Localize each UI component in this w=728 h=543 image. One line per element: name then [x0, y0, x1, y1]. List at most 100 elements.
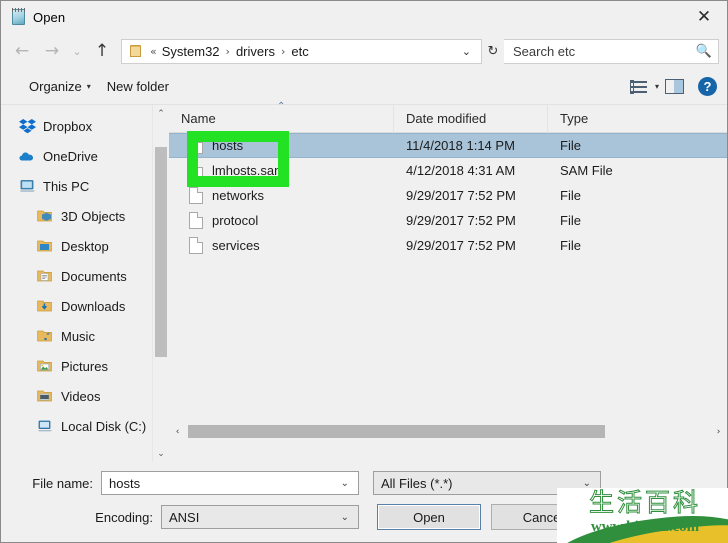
pictures-folder-icon: [37, 358, 54, 374]
file-date-cell: 9/29/2017 7:52 PM: [406, 188, 516, 203]
encoding-value: ANSI: [169, 509, 200, 525]
dropbox-icon: [19, 118, 36, 134]
column-header-label: Name: [181, 111, 216, 126]
refresh-icon[interactable]: ↻: [482, 39, 504, 64]
sidebar-item-label: Downloads: [61, 298, 126, 314]
breadcrumb-item-system32[interactable]: System32: [162, 44, 220, 59]
3d-objects-folder-icon: [37, 208, 54, 224]
documents-folder-icon: [37, 268, 54, 284]
file-date-cell: 9/29/2017 7:52 PM: [406, 238, 516, 253]
this-pc-icon: [19, 178, 36, 194]
file-icon: [189, 237, 203, 254]
file-type-cell: File: [560, 188, 581, 203]
sidebar-item-pictures[interactable]: Pictures: [1, 351, 169, 381]
close-icon[interactable]: ✕: [681, 1, 727, 33]
file-name-label: networks: [212, 188, 265, 203]
file-name-input[interactable]: hosts ⌄: [101, 471, 359, 495]
column-header-name[interactable]: Name ⌃: [169, 101, 394, 133]
sidebar-item-label: Videos: [61, 388, 101, 404]
file-type-cell: File: [560, 238, 581, 253]
file-type-cell: File: [560, 138, 581, 153]
sidebar-item-videos[interactable]: Videos: [1, 381, 169, 411]
encoding-select[interactable]: ANSI ⌄: [161, 505, 359, 529]
file-type-cell: SAM File: [560, 163, 613, 178]
breadcrumb-item-drivers[interactable]: drivers: [236, 44, 275, 59]
preview-pane-icon[interactable]: [665, 79, 684, 94]
breadcrumb-item-etc[interactable]: etc: [291, 44, 308, 59]
file-name-cell: lmhosts.sam: [169, 162, 394, 179]
sidebar-item-label: OneDrive: [43, 148, 98, 164]
column-headers: Name ⌃ Date modified Type: [169, 101, 727, 133]
file-name-value: hosts: [109, 475, 141, 491]
desktop-folder-icon: [37, 238, 54, 254]
chevron-down-icon[interactable]: ⌄: [456, 45, 477, 58]
local-disk-icon: [37, 418, 54, 434]
view-options-icon[interactable]: [629, 79, 647, 94]
open-file-dialog: Open ✕ ← → ⌄ ↑ « System32 › drivers › et…: [0, 0, 728, 543]
chevron-down-icon[interactable]: ⌄: [336, 512, 354, 523]
music-folder-icon: [37, 328, 54, 344]
scroll-down-icon[interactable]: ⌄: [153, 445, 169, 462]
new-folder-button[interactable]: New folder: [99, 75, 177, 98]
recent-locations-button[interactable]: ⌄: [67, 37, 87, 65]
watermark: 生活百科 www.bimeiz.com: [557, 488, 728, 543]
sidebar-scrollbar[interactable]: ⌃ ⌄: [152, 105, 169, 462]
file-name-cell: networks: [169, 187, 394, 204]
folder-icon: [128, 44, 144, 58]
sidebar-item-documents[interactable]: Documents: [1, 261, 169, 291]
sidebar-item-downloads[interactable]: Downloads: [1, 291, 169, 321]
file-date-cell: 4/12/2018 4:31 AM: [406, 163, 516, 178]
file-icon: [189, 137, 203, 154]
table-row[interactable]: services 9/29/2017 7:52 PM File: [169, 233, 727, 258]
scroll-left-icon[interactable]: ‹: [169, 423, 186, 440]
file-name-label: protocol: [212, 213, 259, 228]
scroll-up-icon[interactable]: ⌃: [153, 105, 169, 122]
sort-ascending-icon: ⌃: [277, 100, 286, 112]
chevron-down-icon[interactable]: ⌄: [336, 478, 354, 489]
chevron-down-icon[interactable]: ▾: [655, 82, 659, 91]
sidebar-item-music[interactable]: Music: [1, 321, 169, 351]
up-button[interactable]: ↑: [87, 37, 117, 65]
column-header-date-modified[interactable]: Date modified: [394, 104, 548, 133]
sidebar-item-this-pc[interactable]: This PC: [1, 171, 169, 201]
table-row[interactable]: lmhosts.sam 4/12/2018 4:31 AM SAM File: [169, 158, 727, 183]
back-button[interactable]: ←: [7, 37, 37, 65]
table-row[interactable]: networks 9/29/2017 7:52 PM File: [169, 183, 727, 208]
sidebar-item-label: Local Disk (C:): [61, 418, 147, 434]
chevron-right-icon: ›: [225, 44, 230, 58]
table-row[interactable]: protocol 9/29/2017 7:52 PM File: [169, 208, 727, 233]
file-name-label: services: [212, 238, 260, 253]
notepad-icon: [10, 8, 28, 26]
encoding-label: Encoding:: [95, 509, 153, 525]
chevron-right-icon: ›: [280, 44, 286, 58]
dialog-body: Dropbox OneDrive This PC 3D Objects Desk…: [1, 101, 727, 462]
sidebar-item-label: 3D Objects: [61, 208, 126, 224]
chevron-down-icon: ▾: [86, 82, 91, 91]
file-name-label: lmhosts.sam: [212, 163, 285, 178]
horizontal-scrollbar[interactable]: ‹ ›: [169, 423, 727, 440]
file-icon: [189, 162, 203, 179]
scrollbar-track[interactable]: [186, 423, 710, 440]
breadcrumb-overflow-icon[interactable]: «: [150, 45, 157, 58]
help-button[interactable]: ?: [698, 77, 717, 96]
column-header-type[interactable]: Type: [548, 105, 727, 133]
breadcrumb[interactable]: « System32 › drivers › etc ⌄: [121, 38, 482, 64]
search-input[interactable]: Search etc 🔍: [504, 38, 719, 64]
videos-folder-icon: [37, 388, 54, 404]
organize-button[interactable]: Organize ▾: [21, 75, 99, 98]
chevron-down-icon[interactable]: ⌄: [578, 478, 596, 489]
file-name-cell: hosts: [169, 137, 394, 154]
scrollbar-thumb[interactable]: [188, 425, 605, 438]
sidebar-item-desktop[interactable]: Desktop: [1, 231, 169, 261]
table-row[interactable]: hosts 11/4/2018 1:14 PM File: [169, 133, 727, 158]
sidebar-item-local-disk-c[interactable]: Local Disk (C:): [1, 411, 169, 441]
file-rows: hosts 11/4/2018 1:14 PM File lmhosts.sam…: [169, 133, 727, 423]
forward-button[interactable]: →: [37, 37, 67, 65]
file-name-cell: protocol: [169, 212, 394, 229]
sidebar-item-3d-objects[interactable]: 3D Objects: [1, 201, 169, 231]
scroll-right-icon[interactable]: ›: [710, 423, 727, 440]
sidebar-item-onedrive[interactable]: OneDrive: [1, 141, 169, 171]
sidebar-item-dropbox[interactable]: Dropbox: [1, 111, 169, 141]
open-button[interactable]: Open: [377, 504, 481, 530]
scrollbar-thumb[interactable]: [155, 147, 167, 357]
